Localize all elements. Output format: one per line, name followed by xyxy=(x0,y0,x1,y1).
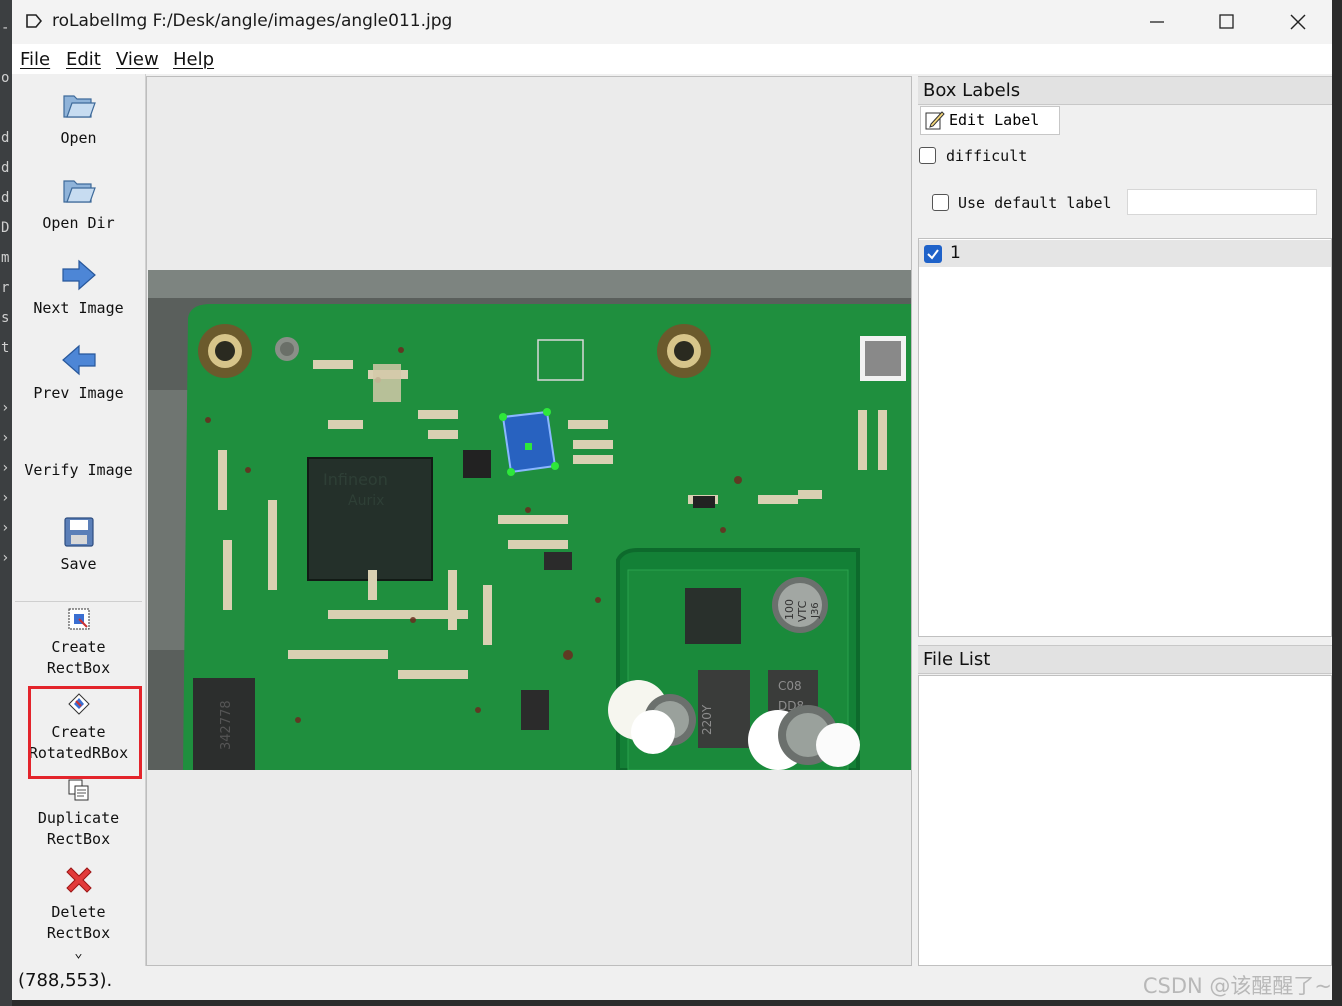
label-checkbox-checked[interactable] xyxy=(924,245,942,263)
open-dir-button[interactable]: Open Dir xyxy=(12,173,145,234)
watermark: CSDN @该醒醒了~ xyxy=(1142,974,1332,998)
save-button[interactable]: Save xyxy=(12,516,145,575)
next-image-label: Next Image xyxy=(33,299,124,317)
checkmark-icon xyxy=(927,249,939,260)
folder-icon xyxy=(62,180,96,203)
file-list-dock: File List xyxy=(918,645,1332,966)
app-window: roLabelImg F:/Desk/angle/images/angle011… xyxy=(12,0,1332,1000)
prev-image-label: Prev Image xyxy=(33,384,124,402)
next-image-button[interactable]: Next Image xyxy=(12,258,145,319)
menu-help[interactable]: Help xyxy=(173,49,214,70)
save-label: Save xyxy=(60,555,97,573)
toolbar-separator xyxy=(15,601,142,602)
default-label-input[interactable] xyxy=(1127,189,1317,215)
duplicate-rectbox-button[interactable]: Duplicate RectBox xyxy=(12,778,145,850)
create-rectbox-label-1: Create xyxy=(51,638,106,656)
minimize-button[interactable] xyxy=(1122,0,1192,44)
arrow-left-icon xyxy=(61,344,96,376)
cap-text-1: 100 xyxy=(783,599,796,620)
cap-text-3: J36 xyxy=(810,602,821,619)
minimize-icon xyxy=(1150,21,1164,23)
box-labels-dock: Box Labels Edit Label difficult Use defa… xyxy=(918,76,1332,637)
use-default-label-checkbox[interactable] xyxy=(932,194,949,211)
cap-text-2: VTC xyxy=(796,600,809,622)
file-list[interactable] xyxy=(918,675,1332,966)
highlight-annotation xyxy=(28,686,142,779)
folder-open-icon xyxy=(62,95,96,118)
floppy-disk-icon xyxy=(63,517,94,547)
arrow-right-icon xyxy=(61,259,96,291)
label-list-item[interactable]: 1 xyxy=(919,240,1331,267)
chevron-down-icon: ⌄ xyxy=(74,945,83,961)
menu-bar: File Edit View Help xyxy=(12,44,1332,74)
open-button[interactable]: Open xyxy=(12,88,145,149)
duplicate-icon xyxy=(68,779,88,801)
left-toolbar: Open Open Dir Next Image Prev Image Veri… xyxy=(12,74,146,966)
edit-label-text: Edit Label xyxy=(949,111,1040,129)
create-rectbox-label-2: RectBox xyxy=(46,659,111,677)
edit-pencil-icon xyxy=(925,111,945,130)
create-rectbox-button[interactable]: Create RectBox xyxy=(12,607,145,679)
box-labels-title: Box Labels xyxy=(918,76,1332,105)
toolbar-extension-button[interactable]: ⌄ xyxy=(12,943,145,964)
verify-image-label: Verify Image xyxy=(24,461,133,479)
close-icon xyxy=(1290,14,1306,30)
pcb-photo: Infineon Aurix 220Y C08 DD8 100 VTC J36 xyxy=(148,270,911,770)
menu-file[interactable]: File xyxy=(20,49,50,70)
maximize-icon xyxy=(1219,14,1234,29)
label-item-name: 1 xyxy=(950,243,961,263)
file-list-title: File List xyxy=(918,645,1332,674)
open-dir-label: Open Dir xyxy=(42,214,115,232)
verify-image-button[interactable]: Verify Image xyxy=(12,460,145,481)
image-canvas[interactable]: Infineon Aurix 220Y C08 DD8 100 VTC J36 xyxy=(146,76,912,966)
difficult-checkbox[interactable] xyxy=(919,147,936,164)
chip-text-1: Infineon xyxy=(323,470,388,489)
edit-label-button[interactable]: Edit Label xyxy=(920,106,1060,135)
use-default-label-text: Use default label xyxy=(958,194,1112,212)
label-list: 1 xyxy=(918,238,1332,637)
window-title: roLabelImg F:/Desk/angle/images/angle011… xyxy=(52,11,453,31)
delete-label-1: Delete xyxy=(51,903,106,921)
background-ide-strip: - o d d d Dm r s t › › › › › › xyxy=(0,0,12,1006)
cursor-coordinates: (788,553). xyxy=(18,970,113,991)
open-label: Open xyxy=(60,129,97,147)
duplicate-label-1: Duplicate xyxy=(37,809,120,827)
duplicate-label-2: RectBox xyxy=(46,830,111,848)
delete-label-2: RectBox xyxy=(46,924,111,942)
maximize-button[interactable] xyxy=(1192,0,1262,44)
create-rectbox-icon xyxy=(68,608,89,630)
prev-image-button[interactable]: Prev Image xyxy=(12,343,145,404)
menu-edit[interactable]: Edit xyxy=(66,49,101,70)
chip-text-2: Aurix xyxy=(348,493,384,509)
delete-rectbox-button[interactable]: Delete RectBox xyxy=(12,864,145,944)
coil-text-2: C08 xyxy=(778,679,802,693)
difficult-label: difficult xyxy=(946,147,1028,165)
inductor-text: 342778 xyxy=(219,700,234,750)
close-button[interactable] xyxy=(1262,0,1332,44)
app-icon xyxy=(26,14,42,28)
pcb-image[interactable]: Infineon Aurix 220Y C08 DD8 100 VTC J36 xyxy=(148,270,911,770)
title-bar: roLabelImg F:/Desk/angle/images/angle011… xyxy=(12,0,1332,44)
coil-text-1: 220Y xyxy=(700,704,714,735)
delete-x-icon xyxy=(65,867,92,893)
status-bar: (788,553). xyxy=(12,966,1332,1000)
menu-view[interactable]: View xyxy=(116,49,159,70)
